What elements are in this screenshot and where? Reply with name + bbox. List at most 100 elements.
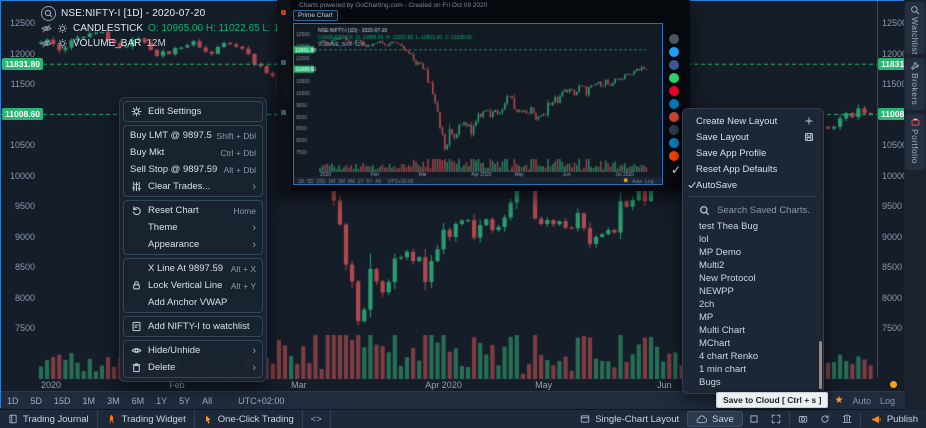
saved-chart-item[interactable]: MP Demo	[683, 246, 823, 259]
snapshot-tab[interactable]: Prime Chart	[293, 10, 338, 21]
menu-item-sell-stop-9897-59[interactable]: Sell Stop @ 9897.59Alt + Dbl	[126, 161, 260, 178]
publish-button[interactable]: Publish	[863, 410, 926, 428]
social-facebook-icon[interactable]	[669, 60, 679, 70]
log-scale-button[interactable]: Log	[880, 396, 895, 406]
volume-settings-gear-icon[interactable]	[57, 38, 68, 49]
menu-item-hide-unhide[interactable]: Hide/Unhide›	[126, 342, 260, 359]
status-button-label: Single-Chart Layout	[595, 414, 679, 425]
sidebar-tab-portfolio[interactable]: Portfolio	[905, 114, 925, 170]
search-saved-charts-input[interactable]	[717, 205, 817, 216]
timeframe-1y[interactable]: 1Y	[150, 396, 173, 406]
menu-shortcut: Home	[233, 206, 256, 216]
one-click-trading-button[interactable]: One-Click Trading	[195, 410, 303, 428]
menu-item-buy-lmt-9897-59[interactable]: Buy LMT @ 9897.59Shift + Dbl	[126, 127, 260, 144]
layout-dropdown-panel: Create New LayoutSave LayoutSave App Pro…	[682, 108, 824, 394]
saved-chart-item[interactable]: MChart	[683, 337, 823, 350]
saved-chart-item[interactable]: Multi Chart	[683, 324, 823, 337]
timeframe-15d[interactable]: 15D	[48, 396, 77, 406]
snapshot-chart-canvas	[294, 24, 662, 184]
trading-journal-button[interactable]: Trading Journal	[0, 410, 98, 428]
saved-chart-item[interactable]: MP	[683, 311, 823, 324]
expand-button[interactable]	[765, 410, 787, 428]
frame-button[interactable]	[743, 410, 765, 428]
menu-section: Add NIFTY-I to watchlist	[123, 316, 263, 337]
saved-chart-item[interactable]: Bugs	[683, 376, 823, 389]
menu-item-reset-chart[interactable]: Reset ChartHome	[126, 202, 260, 219]
sidebar-tab-brokers[interactable]: Brokers	[905, 58, 925, 110]
timeframe-1d[interactable]: 1D	[1, 396, 25, 406]
trading-widget-button[interactable]: Trading Widget	[98, 410, 195, 428]
saved-chart-item[interactable]: NEWPP	[683, 285, 823, 298]
layout-menu-item-reset-app-defaults[interactable]: Reset App Defaults	[683, 161, 823, 177]
menu-item-appearance[interactable]: Appearance›	[126, 236, 260, 253]
volume-value: 12M	[146, 38, 165, 49]
menu-item-add-nifty-i-to-watchlist[interactable]: Add NIFTY-I to watchlist	[126, 318, 260, 335]
save-button[interactable]: Save	[687, 411, 743, 427]
layout-menu-item-create-new-layout[interactable]: Create New Layout	[683, 113, 823, 129]
menu-item-theme[interactable]: Theme›	[126, 219, 260, 236]
social-linkedin-icon[interactable]	[669, 99, 679, 109]
realtime-indicator-dot[interactable]	[890, 381, 897, 388]
study-settings-gear-icon[interactable]	[57, 23, 68, 34]
columns-button[interactable]	[836, 410, 858, 428]
social-share-icon[interactable]	[669, 34, 679, 44]
saved-chart-item[interactable]: 4 chart Renko	[683, 350, 823, 363]
social-gmail-icon[interactable]	[669, 112, 679, 122]
menu-item-x-line-at-9897-59[interactable]: X Line At 9897.59Alt + X	[126, 260, 260, 277]
timeframe-all[interactable]: All	[196, 396, 218, 406]
timeframe-5d[interactable]: 5D	[25, 396, 49, 406]
status-button-label: Publish	[887, 414, 918, 425]
menu-item-label: Theme	[148, 222, 247, 233]
timezone-label[interactable]: UTC+02:00	[232, 396, 290, 406]
auto-scale-button[interactable]: Auto	[852, 396, 871, 406]
social-twitter-icon[interactable]	[669, 47, 679, 57]
menu-item-edit-settings[interactable]: Edit Settings	[126, 103, 260, 120]
sidebar-tab-watchlist[interactable]: Watchlist	[905, 2, 925, 54]
confirm-check-icon[interactable]: ✓	[671, 163, 681, 177]
single-chart-layout-button[interactable]: Single-Chart Layout	[572, 410, 687, 428]
time-tick: May	[535, 380, 552, 390]
zoom-icon[interactable]	[41, 6, 56, 21]
refresh-button[interactable]	[814, 410, 836, 428]
code-button[interactable]: <>	[303, 410, 331, 428]
price-tick: 12500	[1, 19, 35, 28]
menu-section: Hide/Unhide›Delete›	[123, 340, 263, 378]
social-tumblr-icon[interactable]	[669, 125, 679, 135]
menu-item-lock-vertical-line[interactable]: Lock Vertical LineAlt + Y	[126, 277, 260, 294]
snapshot-chart	[293, 23, 663, 185]
timeframe-1m[interactable]: 1M	[77, 396, 102, 406]
menu-item-clear-trades[interactable]: Clear Trades...›	[126, 178, 260, 195]
hide-study-icon[interactable]	[41, 23, 52, 34]
price-tick: 10500	[1, 141, 35, 150]
saved-chart-item[interactable]: Multi2	[683, 259, 823, 272]
timeframe-3m[interactable]: 3M	[101, 396, 126, 406]
scrollbar-thumb[interactable]	[819, 341, 822, 389]
layout-icon	[580, 414, 590, 424]
layout-menu-item-autosave[interactable]: AutoSave	[683, 177, 823, 193]
saved-chart-item[interactable]: 2ch	[683, 298, 823, 311]
status-button-label: One-Click Trading	[218, 414, 294, 425]
menu-item-label: Buy Mkt	[130, 147, 215, 158]
social-pinterest-icon[interactable]	[669, 86, 679, 96]
saved-chart-item[interactable]: test Thea Bug	[683, 220, 823, 233]
camera-button[interactable]	[792, 410, 814, 428]
menu-item-add-anchor-vwap[interactable]: Add Anchor VWAP	[126, 294, 260, 311]
menu-item-buy-mkt[interactable]: Buy MktCtrl + Dbl	[126, 144, 260, 161]
favorite-star-icon[interactable]: ★	[834, 395, 843, 406]
megaphone-icon	[871, 414, 882, 425]
timeframe-6m[interactable]: 6M	[126, 396, 151, 406]
time-tick: 2020	[41, 380, 61, 390]
hide-volume-icon[interactable]	[41, 38, 52, 49]
saved-chart-item[interactable]: lol	[683, 233, 823, 246]
bookmark-icon	[130, 321, 143, 332]
timeframe-5y[interactable]: 5Y	[173, 396, 196, 406]
social-whatsapp-icon[interactable]	[669, 73, 679, 83]
layout-menu-item-save-app-profile[interactable]: Save App Profile	[683, 145, 823, 161]
social-reddit-icon[interactable]	[669, 151, 679, 161]
social-telegram-icon[interactable]	[669, 138, 679, 148]
saved-chart-item[interactable]: New Protocol	[683, 272, 823, 285]
menu-item-delete[interactable]: Delete›	[126, 359, 260, 376]
layout-menu-item-save-layout[interactable]: Save Layout	[683, 129, 823, 145]
saved-chart-item[interactable]: 1 min chart	[683, 363, 823, 376]
menu-item-label: Hide/Unhide	[148, 345, 247, 356]
